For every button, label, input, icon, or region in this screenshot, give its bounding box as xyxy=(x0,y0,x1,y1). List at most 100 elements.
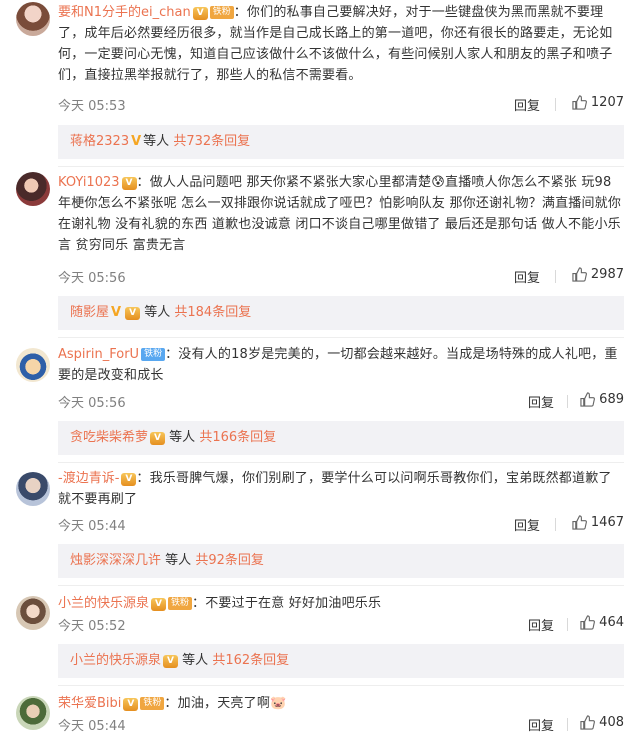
crown-vip-icon: V xyxy=(123,698,139,711)
like-button[interactable]: 689 xyxy=(580,392,624,407)
thumbs-up-icon xyxy=(572,515,587,530)
comment-body: ：不要过于在意 好好加油吧乐乐 xyxy=(192,596,382,611)
reply-button[interactable]: 回复 xyxy=(514,95,540,114)
thumbs-up-icon xyxy=(572,267,587,282)
comment-meta: 今天 05:56 回复 689 xyxy=(58,392,624,412)
username-link[interactable]: 要和N1分手的ei_chan xyxy=(58,5,191,20)
comment-meta: 今天 05:56 回复 2987 xyxy=(58,267,624,287)
timestamp: 今天 05:53 xyxy=(58,99,126,114)
thumbs-up-icon xyxy=(580,715,596,730)
sub-reply-mid: 等人 xyxy=(182,653,209,668)
crown-vip-icon: V xyxy=(163,655,179,668)
more-replies-link[interactable]: 共166条回复 xyxy=(199,430,276,445)
sub-reply-user[interactable]: 贪吃柴柴希萝 xyxy=(70,430,148,445)
like-count: 1207 xyxy=(590,95,624,110)
sub-reply-user[interactable]: 随影屋 xyxy=(70,305,109,320)
thumbs-up-icon xyxy=(580,615,596,630)
more-replies-link[interactable]: 共162条回复 xyxy=(212,653,289,668)
username-link[interactable]: 荣华爱Bibi xyxy=(58,696,121,711)
sub-replies-bar[interactable]: 小兰的快乐源泉 V 等人 共162条回复 xyxy=(58,644,624,678)
comment-body: ：加油，天亮了啊🐷 xyxy=(164,696,287,711)
avatar[interactable] xyxy=(16,696,50,730)
like-count: 408 xyxy=(599,715,624,730)
comment-meta: 今天 05:44 回复 1467 xyxy=(58,515,624,535)
reply-button[interactable]: 回复 xyxy=(514,267,540,286)
like-count: 2987 xyxy=(590,267,624,282)
comment-text: 要和N1分手的ei_chan V 铁粉 ：你们的私事自己要解决好，对于一些键盘侠为黑而… xyxy=(58,2,624,86)
divider xyxy=(58,585,624,586)
comment-meta: 今天 05:53 回复 1207 xyxy=(58,95,624,115)
comment-feed: 要和N1分手的ei_chan V 铁粉 ：你们的私事自己要解决好，对于一些键盘侠为黑而… xyxy=(0,0,640,744)
v-verified-icon: V xyxy=(131,134,142,149)
fan-badge: 铁粉 xyxy=(168,597,193,610)
sub-replies-bar[interactable]: 烛影深深深几许 等人 共92条回复 xyxy=(58,544,624,578)
reply-button[interactable]: 回复 xyxy=(528,715,554,734)
timestamp: 今天 05:52 xyxy=(58,619,126,634)
sub-reply-user[interactable]: 蒋格2323 xyxy=(70,134,129,149)
username-link[interactable]: -渡边青诉- xyxy=(58,471,119,486)
avatar[interactable] xyxy=(16,596,50,630)
sub-replies-bar[interactable]: 蒋格2323 V 等人 共732条回复 xyxy=(58,125,624,159)
sub-replies-bar[interactable]: 随影屋 V V 等人 共184条回复 xyxy=(58,296,624,330)
username-link[interactable]: 小兰的快乐源泉 xyxy=(58,596,149,611)
divider xyxy=(555,98,556,111)
comment-body: ：我乐哥脾气爆，你们别刷了，要学什么可以问啊乐哥教你们，宝弟既然都道歉了就不要再… xyxy=(58,471,612,507)
crown-vip-icon: V xyxy=(151,598,167,611)
comment-meta: 今天 05:44 回复 408 xyxy=(58,715,624,735)
sub-replies-bar[interactable]: 贪吃柴柴希萝 V 等人 共166条回复 xyxy=(58,421,624,455)
divider xyxy=(555,270,556,283)
thumbs-up-icon xyxy=(572,95,587,110)
divider xyxy=(567,718,568,731)
like-button[interactable]: 1207 xyxy=(572,95,624,110)
divider xyxy=(567,395,568,408)
comment-body: ：做人人品问题吧 那天你紧不紧张大家心里都清楚😰直播喷人你怎么不紧张 玩98年梗… xyxy=(58,175,622,253)
fan-badge: 铁粉 xyxy=(209,6,234,19)
sub-reply-mid: 等人 xyxy=(165,553,192,568)
comment-text: -渡边青诉- V ：我乐哥脾气爆，你们别刷了，要学什么可以问啊乐哥教你们，宝弟既然都… xyxy=(58,468,624,510)
like-count: 1467 xyxy=(590,515,624,530)
fan-badge: 铁粉 xyxy=(140,697,165,710)
avatar[interactable] xyxy=(16,2,50,36)
avatar[interactable] xyxy=(16,472,50,506)
like-count: 464 xyxy=(599,615,624,630)
timestamp: 今天 05:56 xyxy=(58,396,126,411)
sub-reply-user[interactable]: 烛影深深深几许 xyxy=(70,553,161,568)
sub-reply-mid: 等人 xyxy=(144,305,171,320)
avatar[interactable] xyxy=(16,172,50,206)
comment-text: Aspirin_ForU 铁粉 ：没有人的18岁是完美的，一切都会越来越好。当成是场… xyxy=(58,344,624,386)
timestamp: 今天 05:44 xyxy=(58,719,126,734)
crown-vip-icon: V xyxy=(192,7,208,20)
v-verified-icon: V xyxy=(111,305,122,320)
like-button[interactable]: 464 xyxy=(580,615,624,630)
crown-vip-icon: V xyxy=(121,473,137,486)
reply-button[interactable]: 回复 xyxy=(528,392,554,411)
more-replies-link[interactable]: 共184条回复 xyxy=(174,305,251,320)
comment-text: 小兰的快乐源泉 V 铁粉 ：不要过于在意 好好加油吧乐乐 xyxy=(58,593,624,614)
crown-vip-icon: V xyxy=(125,307,141,320)
comment-text: KOYi1023 V ：做人人品问题吧 那天你紧不紧张大家心里都清楚😰直播喷人你怎么… xyxy=(58,172,624,256)
thumbs-up-icon xyxy=(580,392,596,407)
like-button[interactable]: 1467 xyxy=(572,515,624,530)
fan-badge: 铁粉 xyxy=(141,348,166,361)
avatar[interactable] xyxy=(16,348,50,382)
sub-reply-mid: 等人 xyxy=(143,134,170,149)
like-button[interactable]: 2987 xyxy=(572,267,624,282)
username-link[interactable]: Aspirin_ForU xyxy=(58,347,139,362)
crown-vip-icon: V xyxy=(121,177,137,190)
timestamp: 今天 05:44 xyxy=(58,519,126,534)
divider xyxy=(58,462,624,463)
more-replies-link[interactable]: 共732条回复 xyxy=(173,134,250,149)
comment-meta: 今天 05:52 回复 464 xyxy=(58,615,624,635)
comment-text: 荣华爱Bibi V 铁粉 ：加油，天亮了啊🐷 xyxy=(58,693,624,714)
more-replies-link[interactable]: 共92条回复 xyxy=(195,553,264,568)
divider xyxy=(58,337,624,338)
like-count: 689 xyxy=(599,392,624,407)
reply-button[interactable]: 回复 xyxy=(514,515,540,534)
reply-button[interactable]: 回复 xyxy=(528,615,554,634)
divider xyxy=(58,166,624,167)
username-link[interactable]: KOYi1023 xyxy=(58,175,120,190)
divider xyxy=(58,685,624,686)
like-button[interactable]: 408 xyxy=(580,715,624,730)
sub-reply-user[interactable]: 小兰的快乐源泉 xyxy=(70,653,161,668)
timestamp: 今天 05:56 xyxy=(58,271,126,286)
